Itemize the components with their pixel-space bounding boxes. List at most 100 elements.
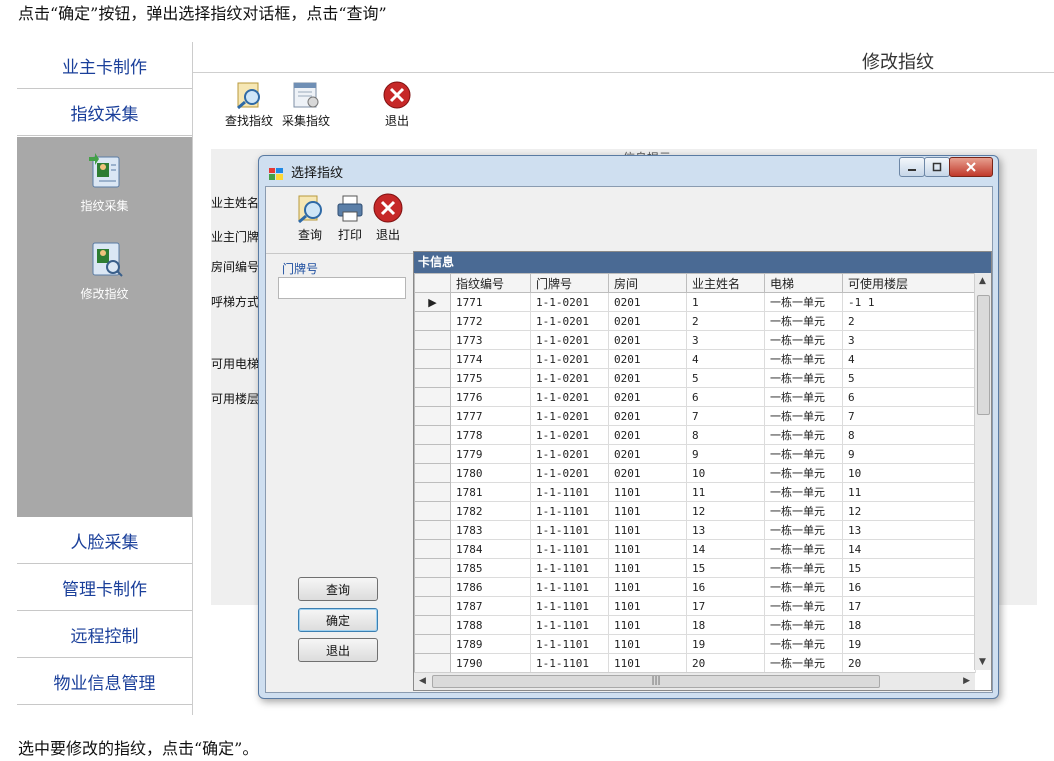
page-title: 修改指纹 xyxy=(862,52,934,73)
table-row[interactable]: 1785 1-1-1101 1101 15 一栋一单元 15 xyxy=(414,558,976,578)
table-row[interactable]: 1784 1-1-1101 1101 14 一栋一单元 14 xyxy=(414,539,976,559)
table-cell: 1789 xyxy=(450,634,531,654)
col-header-fingerprint-id[interactable]: 指纹编号 xyxy=(450,273,531,293)
table-cell: 1787 xyxy=(450,596,531,616)
row-header[interactable] xyxy=(414,577,451,597)
table-cell: 1101 xyxy=(608,558,687,578)
table-row[interactable]: 1787 1-1-1101 1101 17 一栋一单元 17 xyxy=(414,596,976,616)
table-row[interactable]: 1775 1-1-0201 0201 5 一栋一单元 5 xyxy=(414,368,976,388)
row-header[interactable] xyxy=(414,520,451,540)
table-cell: 11 xyxy=(686,482,765,502)
table-row[interactable]: 1786 1-1-1101 1101 16 一栋一单元 16 xyxy=(414,577,976,597)
row-header[interactable] xyxy=(414,368,451,388)
nav-item-fingerprint[interactable]: 指纹采集 xyxy=(17,89,192,136)
table-row[interactable]: 1781 1-1-1101 1101 11 一栋一单元 11 xyxy=(414,482,976,502)
table-row[interactable]: 1777 1-1-0201 0201 7 一栋一单元 7 xyxy=(414,406,976,426)
confirm-button[interactable]: 确定 xyxy=(298,608,378,632)
table-cell: 一栋一单元 xyxy=(764,482,843,502)
panel-tool-modify-label: 修改指纹 xyxy=(80,287,129,301)
row-header[interactable] xyxy=(414,634,451,654)
col-header-room[interactable]: 房间 xyxy=(608,273,687,293)
vertical-scroll-thumb[interactable] xyxy=(977,295,990,415)
vertical-scrollbar[interactable]: ▲ ▼ xyxy=(974,273,991,670)
table-cell: 一栋一单元 xyxy=(764,634,843,654)
row-header[interactable] xyxy=(414,539,451,559)
table-cell: 7 xyxy=(686,406,765,426)
nav-item-face[interactable]: 人脸采集 xyxy=(17,517,192,564)
horizontal-scroll-thumb[interactable]: ||| xyxy=(432,675,880,688)
collect-fingerprint-button[interactable]: 采集指纹 xyxy=(282,80,330,129)
row-header[interactable] xyxy=(414,444,451,464)
minimize-icon xyxy=(908,169,916,171)
scroll-left-icon[interactable]: ◀ xyxy=(419,676,426,686)
row-header[interactable]: ▶ xyxy=(414,292,451,312)
table-row[interactable]: 1788 1-1-1101 1101 18 一栋一单元 18 xyxy=(414,615,976,635)
table-cell: 一栋一单元 xyxy=(764,349,843,369)
table-row[interactable]: 1778 1-1-0201 0201 8 一栋一单元 8 xyxy=(414,425,976,445)
dialog-query-tool[interactable]: 查询 xyxy=(294,192,326,243)
row-header[interactable] xyxy=(414,653,451,673)
nav-item-owner-card[interactable]: 业主卡制作 xyxy=(17,42,192,89)
table-cell: 3 xyxy=(686,330,765,350)
table-cell: 1-1-1101 xyxy=(530,634,609,654)
find-fingerprint-button[interactable]: 查找指纹 xyxy=(225,80,273,129)
table-row[interactable]: 1789 1-1-1101 1101 19 一栋一单元 19 xyxy=(414,634,976,654)
table-row[interactable]: ▶ 1771 1-1-0201 0201 1 一栋一单元 -1 1 xyxy=(414,292,976,312)
maximize-icon xyxy=(932,162,942,172)
col-header-elevator[interactable]: 电梯 xyxy=(764,273,843,293)
close-button[interactable] xyxy=(949,157,993,177)
col-header-door[interactable]: 门牌号 xyxy=(530,273,609,293)
row-header[interactable] xyxy=(414,501,451,521)
main-exit-button[interactable]: 退出 xyxy=(380,80,414,129)
table-cell: 19 xyxy=(686,634,765,654)
query-icon xyxy=(294,192,326,224)
minimize-button[interactable] xyxy=(899,157,925,177)
maximize-button[interactable] xyxy=(924,157,950,177)
table-row[interactable]: 1772 1-1-0201 0201 2 一栋一单元 2 xyxy=(414,311,976,331)
table-row[interactable]: 1790 1-1-1101 1101 20 一栋一单元 20 xyxy=(414,653,976,673)
table-row[interactable]: 1774 1-1-0201 0201 4 一栋一单元 4 xyxy=(414,349,976,369)
table-row[interactable]: 1782 1-1-1101 1101 12 一栋一单元 12 xyxy=(414,501,976,521)
nav-item-remote[interactable]: 远程控制 xyxy=(17,611,192,658)
row-header[interactable] xyxy=(414,349,451,369)
table-row[interactable]: 1776 1-1-0201 0201 6 一栋一单元 6 xyxy=(414,387,976,407)
panel-tool-collect[interactable]: 指纹采集 xyxy=(17,151,192,214)
row-header[interactable] xyxy=(414,330,451,350)
panel-tool-modify[interactable]: 修改指纹 xyxy=(17,239,192,302)
row-header[interactable] xyxy=(414,482,451,502)
table-cell: 17 xyxy=(842,596,976,616)
table-row[interactable]: 1779 1-1-0201 0201 9 一栋一单元 9 xyxy=(414,444,976,464)
row-header[interactable] xyxy=(414,615,451,635)
left-nav: 业主卡制作 指纹采集 指纹采集 修改指纹 人脸采集 管理卡制作 远程控制 物业信… xyxy=(17,42,193,715)
elevator-label: 可用电梯 xyxy=(211,357,260,371)
dialog-exit-tool[interactable]: 退出 xyxy=(372,192,404,243)
table-cell: 1790 xyxy=(450,653,531,673)
dialog-client: 查询 打印 退出 门牌号 查询 确定 退出 卡信息 指纹编号 门牌号 房间 业主… xyxy=(265,186,993,693)
table-row[interactable]: 1773 1-1-0201 0201 3 一栋一单元 3 xyxy=(414,330,976,350)
scroll-down-icon[interactable]: ▼ xyxy=(979,657,986,667)
col-header-owner[interactable]: 业主姓名 xyxy=(686,273,765,293)
dialog-app-icon xyxy=(269,165,283,180)
table-row[interactable]: 1780 1-1-0201 0201 10 一栋一单元 10 xyxy=(414,463,976,483)
door-number-input[interactable] xyxy=(278,277,406,299)
dialog-exit-button[interactable]: 退出 xyxy=(298,638,378,662)
row-header[interactable] xyxy=(414,558,451,578)
query-button[interactable]: 查询 xyxy=(298,577,378,601)
nav-item-admin-card[interactable]: 管理卡制作 xyxy=(17,564,192,611)
scroll-right-icon[interactable]: ▶ xyxy=(963,676,970,686)
horizontal-scrollbar[interactable]: ◀ ||| ▶ xyxy=(414,672,975,690)
exit-icon xyxy=(380,80,414,110)
table-cell: 2 xyxy=(686,311,765,331)
find-fingerprint-label: 查找指纹 xyxy=(225,114,274,128)
row-header[interactable] xyxy=(414,463,451,483)
table-row[interactable]: 1783 1-1-1101 1101 13 一栋一单元 13 xyxy=(414,520,976,540)
row-header[interactable] xyxy=(414,311,451,331)
row-header[interactable] xyxy=(414,425,451,445)
nav-item-property[interactable]: 物业信息管理 xyxy=(17,658,192,705)
row-header[interactable] xyxy=(414,596,451,616)
row-header[interactable] xyxy=(414,406,451,426)
dialog-print-tool[interactable]: 打印 xyxy=(334,192,366,243)
scroll-up-icon[interactable]: ▲ xyxy=(979,276,986,286)
row-header[interactable] xyxy=(414,387,451,407)
col-header-floors[interactable]: 可使用楼层 xyxy=(842,273,976,293)
